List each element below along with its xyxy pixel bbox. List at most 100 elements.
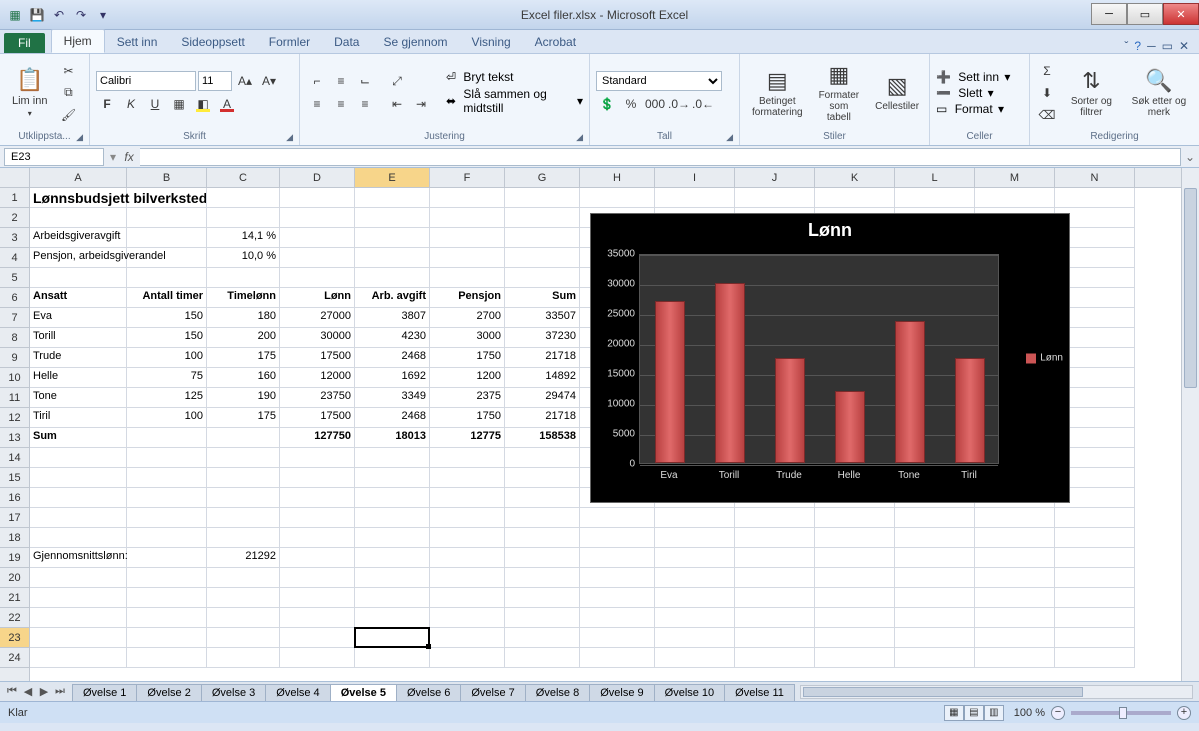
row-header-15[interactable]: 15 — [0, 468, 29, 488]
zoom-slider[interactable] — [1071, 711, 1171, 715]
cells-area[interactable]: Lønnsbudsjett bilverkstedArbeidsgiveravg… — [30, 188, 1181, 681]
sheet-nav-first-icon[interactable]: ⏮ — [4, 685, 20, 698]
sheet-tab-øvelse-1[interactable]: Øvelse 1 — [72, 684, 137, 701]
row-header-24[interactable]: 24 — [0, 648, 29, 668]
paste-button[interactable]: 📋 Lim inn ▾ — [6, 65, 53, 120]
row-header-19[interactable]: 19 — [0, 548, 29, 568]
zoom-slider-knob[interactable] — [1119, 707, 1127, 719]
row-header-10[interactable]: 10 — [0, 368, 29, 388]
tab-sett-inn[interactable]: Sett inn — [105, 31, 170, 53]
view-page-layout-icon[interactable]: ▤ — [964, 705, 984, 721]
view-page-break-icon[interactable]: ▥ — [984, 705, 1004, 721]
format-cells-button[interactable]: ▭ Format ▾ — [936, 102, 1010, 116]
column-header-I[interactable]: I — [655, 168, 735, 187]
wrap-text-button[interactable]: ⏎ Bryt tekst — [446, 70, 583, 84]
sheet-tab-øvelse-4[interactable]: Øvelse 4 — [265, 684, 330, 701]
horizontal-scrollbar[interactable] — [800, 685, 1193, 699]
select-all-corner[interactable] — [0, 168, 30, 188]
embedded-chart[interactable]: Lønn05000100001500020000250003000035000E… — [590, 213, 1070, 503]
cell-styles-button[interactable]: ▧Cellestiler — [869, 71, 925, 114]
row-header-16[interactable]: 16 — [0, 488, 29, 508]
column-header-F[interactable]: F — [430, 168, 505, 187]
column-header-C[interactable]: C — [207, 168, 280, 187]
grow-font-icon[interactable]: A▴ — [234, 71, 256, 91]
column-header-K[interactable]: K — [815, 168, 895, 187]
find-select-button[interactable]: 🔍Søk etter og merk — [1125, 66, 1193, 120]
formula-input[interactable] — [140, 148, 1181, 166]
cut-icon[interactable]: ✂ — [57, 61, 79, 81]
maximize-button[interactable]: ▭ — [1127, 3, 1163, 25]
column-header-J[interactable]: J — [735, 168, 815, 187]
font-color-icon[interactable]: A — [216, 94, 238, 114]
row-header-11[interactable]: 11 — [0, 388, 29, 408]
sheet-tab-øvelse-6[interactable]: Øvelse 6 — [396, 684, 461, 701]
row-header-3[interactable]: 3 — [0, 228, 29, 248]
row-header-13[interactable]: 13 — [0, 428, 29, 448]
hscroll-thumb[interactable] — [803, 687, 1083, 697]
comma-format-icon[interactable]: 000 — [644, 94, 666, 114]
italic-button[interactable]: K — [120, 94, 142, 114]
row-header-8[interactable]: 8 — [0, 328, 29, 348]
help-icon[interactable]: ? — [1134, 39, 1141, 53]
sheet-nav-last-icon[interactable]: ⏭ — [52, 685, 68, 698]
row-header-1[interactable]: 1 — [0, 188, 29, 208]
conditional-formatting-button[interactable]: ▤Betinget formatering — [746, 66, 809, 120]
name-box-dropdown-icon[interactable]: ▾ — [108, 150, 118, 164]
align-right-icon[interactable]: ≡ — [354, 94, 376, 114]
tab-visning[interactable]: Visning — [460, 31, 523, 53]
formula-bar-expand-icon[interactable]: ⌄ — [1181, 150, 1199, 164]
format-as-table-button[interactable]: ▦Formater som tabell — [813, 60, 866, 125]
fx-button[interactable]: fx — [118, 150, 140, 164]
tab-hjem[interactable]: Hjem — [51, 29, 105, 53]
indent-decrease-icon[interactable]: ⇤ — [386, 94, 408, 114]
sheet-tab-øvelse-2[interactable]: Øvelse 2 — [136, 684, 201, 701]
mdi-close-icon[interactable]: ✕ — [1179, 39, 1189, 53]
percent-format-icon[interactable]: % — [620, 94, 642, 114]
tab-sideoppsett[interactable]: Sideoppsett — [169, 31, 256, 53]
row-header-18[interactable]: 18 — [0, 528, 29, 548]
zoom-level[interactable]: 100 % — [1014, 707, 1045, 719]
delete-cells-button[interactable]: ➖ Slett ▾ — [936, 86, 1010, 100]
column-header-N[interactable]: N — [1055, 168, 1135, 187]
redo-icon[interactable]: ↷ — [72, 6, 90, 24]
column-header-L[interactable]: L — [895, 168, 975, 187]
align-middle-icon[interactable]: ≡ — [330, 71, 352, 91]
vertical-scrollbar[interactable] — [1181, 168, 1199, 681]
decrease-decimal-icon[interactable]: .0← — [692, 94, 714, 114]
tab-data[interactable]: Data — [322, 31, 371, 53]
number-format-combo[interactable]: Standard — [596, 71, 722, 91]
row-header-5[interactable]: 5 — [0, 268, 29, 288]
sheet-tab-øvelse-9[interactable]: Øvelse 9 — [589, 684, 654, 701]
shrink-font-icon[interactable]: A▾ — [258, 71, 280, 91]
orientation-icon[interactable]: ⤢ — [386, 71, 408, 91]
view-normal-icon[interactable]: ▦ — [944, 705, 964, 721]
row-header-23[interactable]: 23 — [0, 628, 29, 648]
row-header-7[interactable]: 7 — [0, 308, 29, 328]
font-dialog-icon[interactable]: ◢ — [286, 132, 293, 143]
sheet-nav-next-icon[interactable]: ▶ — [36, 685, 52, 698]
alignment-dialog-icon[interactable]: ◢ — [576, 132, 583, 143]
zoom-in-button[interactable]: + — [1177, 706, 1191, 720]
vscroll-thumb[interactable] — [1184, 188, 1197, 388]
row-header-9[interactable]: 9 — [0, 348, 29, 368]
align-center-icon[interactable]: ≡ — [330, 94, 352, 114]
font-size-combo[interactable] — [198, 71, 232, 91]
column-header-E[interactable]: E — [355, 168, 430, 187]
underline-button[interactable]: U — [144, 94, 166, 114]
tab-file[interactable]: Fil — [4, 33, 45, 53]
sheet-nav-prev-icon[interactable]: ◀ — [20, 685, 36, 698]
insert-cells-button[interactable]: ➕ Sett inn ▾ — [936, 70, 1010, 84]
clear-icon[interactable]: ⌫ — [1036, 105, 1058, 125]
name-box[interactable] — [4, 148, 104, 166]
column-header-M[interactable]: M — [975, 168, 1055, 187]
sheet-tab-øvelse-11[interactable]: Øvelse 11 — [724, 684, 795, 701]
row-header-22[interactable]: 22 — [0, 608, 29, 628]
fill-icon[interactable]: ⬇ — [1036, 83, 1058, 103]
row-header-17[interactable]: 17 — [0, 508, 29, 528]
mdi-restore-icon[interactable]: ▭ — [1162, 39, 1173, 53]
minimize-button[interactable]: ─ — [1091, 3, 1127, 25]
close-button[interactable]: ✕ — [1163, 3, 1199, 25]
sheet-tab-øvelse-7[interactable]: Øvelse 7 — [460, 684, 525, 701]
indent-increase-icon[interactable]: ⇥ — [410, 94, 432, 114]
sort-filter-button[interactable]: ⇅Sorter og filtrer — [1062, 66, 1121, 120]
